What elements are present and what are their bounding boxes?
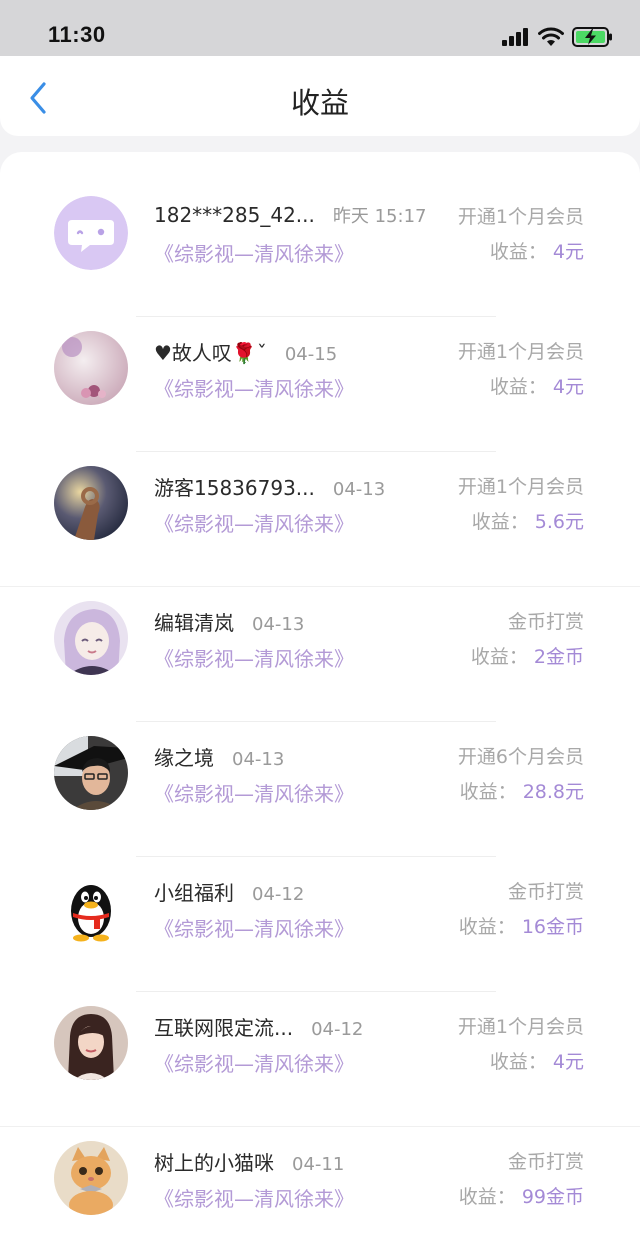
- book-title: 《综影视—清风徐来》: [154, 917, 354, 941]
- income-record[interactable]: 小组福利 04-12 《综影视—清风徐来》 金币打赏 收益： 16金币: [0, 857, 640, 992]
- income-record[interactable]: 树上的小猫咪 04-11 《综影视—清风徐来》 金币打赏 收益： 99金币: [0, 1127, 640, 1238]
- event-type: 开通1个月会员: [457, 341, 584, 363]
- record-date: 04-13: [252, 614, 305, 635]
- income-amount: 收益： 4元: [490, 1047, 584, 1074]
- chat-bubble-avatar-icon: [54, 196, 128, 270]
- income-label: 收益：: [471, 511, 529, 533]
- avatar: [54, 601, 128, 675]
- income-record[interactable]: 互联网限定流... 04-12 《综影视—清风徐来》 开通1个月会员 收益： 4元: [0, 992, 640, 1127]
- record-date: 04-12: [252, 884, 305, 905]
- page-title: 收益: [290, 86, 349, 120]
- woman-portrait-avatar-icon: [54, 1006, 128, 1080]
- event-type: 金币打赏: [507, 881, 584, 903]
- user-name: 游客15836793...: [154, 476, 315, 500]
- user-name: 互联网限定流...: [154, 1016, 294, 1040]
- event-type: 金币打赏: [507, 1151, 584, 1173]
- event-type: 开通1个月会员: [457, 1016, 584, 1038]
- income-value: 4元: [552, 241, 584, 263]
- income-amount: 收益： 99金币: [459, 1182, 584, 1209]
- header: 收益: [0, 56, 640, 136]
- user-name: 缘之境: [154, 746, 214, 770]
- event-type: 金币打赏: [507, 611, 584, 633]
- book-title: 《综影视—清风徐来》: [154, 242, 354, 266]
- hand-gesture-avatar-icon: [54, 466, 128, 540]
- status-icons: [502, 24, 614, 50]
- income-label: 收益：: [458, 916, 516, 938]
- income-label: 收益：: [470, 646, 528, 668]
- income-amount: 收益： 2金币: [471, 642, 584, 669]
- record-date: 04-13: [232, 749, 285, 770]
- book-title: 《综影视—清风徐来》: [154, 1187, 354, 1211]
- avatar: [54, 1141, 128, 1215]
- penguin-avatar-icon: [54, 871, 128, 945]
- income-label: 收益：: [489, 1051, 547, 1073]
- book-title: 《综影视—清风徐来》: [154, 512, 354, 536]
- status-bar: 11:30: [0, 0, 640, 56]
- user-name: 树上的小猫咪: [154, 1151, 274, 1175]
- avatar: [54, 196, 128, 270]
- user-name: ♥故人叹🌹ˇ: [154, 341, 267, 365]
- income-amount: 收益： 4元: [490, 372, 584, 399]
- avatar: [54, 871, 128, 945]
- record-date: 04-11: [292, 1154, 345, 1175]
- income-value: 28.8元: [522, 781, 584, 803]
- wifi-icon: [538, 27, 564, 46]
- income-amount: 收益： 5.6元: [472, 507, 584, 534]
- avatar: [54, 466, 128, 540]
- income-list: 182***285_42... 昨天 15:17 《综影视—清风徐来》 开通1个…: [0, 152, 640, 1238]
- record-date: 昨天 15:17: [332, 206, 427, 227]
- record-date: 04-15: [284, 344, 338, 365]
- user-name: 182***285_42...: [154, 203, 315, 227]
- income-record[interactable]: 编辑清岚 04-13 《综影视—清风徐来》 金币打赏 收益： 2金币: [0, 587, 640, 722]
- income-label: 收益：: [459, 781, 517, 803]
- income-value: 4元: [552, 1051, 584, 1073]
- book-title: 《综影视—清风徐来》: [154, 782, 354, 806]
- income-label: 收益：: [458, 1186, 516, 1208]
- income-value: 4元: [552, 376, 584, 398]
- income-value: 16金币: [521, 916, 584, 938]
- income-record[interactable]: 182***285_42... 昨天 15:17 《综影视—清风徐来》 开通1个…: [0, 182, 640, 317]
- status-time: 11:30: [48, 22, 106, 47]
- avatar: [54, 331, 128, 405]
- income-value: 5.6元: [534, 511, 584, 533]
- book-title: 《综影视—清风徐来》: [154, 1052, 354, 1076]
- book-title: 《综影视—清风徐来》: [154, 647, 354, 671]
- event-type: 开通1个月会员: [457, 206, 584, 228]
- event-type: 开通6个月会员: [457, 746, 584, 768]
- income-record[interactable]: 游客15836793... 04-13 《综影视—清风徐来》 开通1个月会员 收…: [0, 452, 640, 587]
- income-record[interactable]: 缘之境 04-13 《综影视—清风徐来》 开通6个月会员 收益： 28.8元: [0, 722, 640, 857]
- user-name: 小组福利: [154, 881, 234, 905]
- avatar: [54, 1006, 128, 1080]
- income-amount: 收益： 28.8元: [460, 777, 584, 804]
- income-amount: 收益： 16金币: [459, 912, 584, 939]
- income-record[interactable]: ♥故人叹🌹ˇ 04-15 《综影视—清风徐来》 开通1个月会员 收益： 4元: [0, 317, 640, 452]
- flower-photo-avatar-icon: [54, 331, 128, 405]
- book-title: 《综影视—清风徐来》: [154, 377, 354, 401]
- income-value: 2金币: [533, 646, 584, 668]
- man-selfie-avatar-icon: [54, 736, 128, 810]
- anime-girl-avatar-icon: [54, 601, 128, 675]
- income-label: 收益：: [489, 241, 547, 263]
- record-date: 04-12: [311, 1019, 364, 1040]
- income-label: 收益：: [489, 376, 547, 398]
- battery-charging-icon: [572, 27, 612, 47]
- kitten-avatar-icon: [54, 1141, 128, 1215]
- cellular-signal-icon: [502, 28, 528, 46]
- record-date: 04-13: [332, 479, 386, 500]
- avatar: [54, 736, 128, 810]
- income-amount: 收益： 4元: [490, 237, 584, 264]
- user-name: 编辑清岚: [154, 611, 234, 635]
- event-type: 开通1个月会员: [457, 476, 584, 498]
- income-value: 99金币: [521, 1186, 584, 1208]
